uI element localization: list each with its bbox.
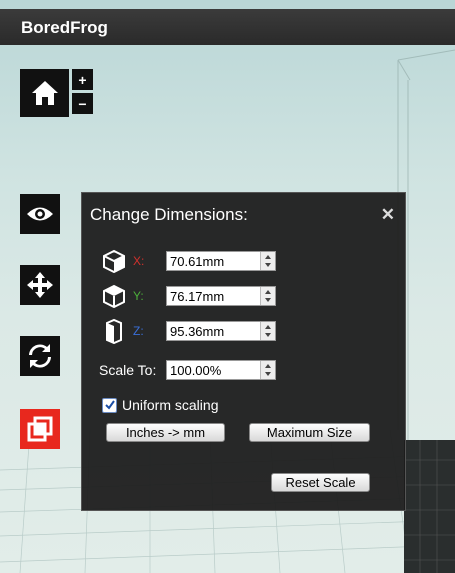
cube-x-icon [103,249,125,273]
axis-y-label: Y: [133,289,144,303]
scale-to-input[interactable]: 100.00% [166,360,276,380]
scale-to-label: Scale To: [99,362,157,378]
axis-x-label: X: [133,254,145,268]
inches-to-mm-button[interactable]: Inches -> mm [106,423,225,442]
zoom-in-button[interactable]: + [72,69,93,90]
zoom-out-button[interactable]: − [72,93,93,114]
rotate-icon [29,344,51,368]
spinner-icon[interactable] [260,287,275,305]
plus-icon: + [78,71,87,88]
rotate-tool-button[interactable] [20,336,60,376]
cube-y-icon [103,284,125,308]
maximum-size-button[interactable]: Maximum Size [249,423,370,442]
dimension-y-value: 76.17mm [170,288,225,304]
maximum-size-label: Maximum Size [266,425,353,440]
dimension-x-value: 70.61mm [170,253,225,269]
inches-to-mm-label: Inches -> mm [125,425,206,440]
checkbox-checked-icon[interactable] [102,397,117,413]
reset-scale-label: Reset Scale [285,475,356,490]
cube-z-icon [106,318,122,344]
app-title-bar: BoredFrog [0,9,455,45]
axis-z-label: Z: [133,324,144,338]
move-icon [27,272,53,298]
view-tool-button[interactable] [20,194,60,234]
dimension-x-input[interactable]: 70.61mm [166,251,276,271]
close-icon[interactable]: ✕ [381,205,395,225]
dimension-row-y: Y: [101,284,153,308]
scale-to-value: 100.00% [170,362,222,378]
change-dimensions-panel: Change Dimensions: ✕ X: 70.61mm Y: 76.17… [81,192,406,511]
home-button[interactable] [20,69,69,117]
scale-tool-button[interactable] [20,409,60,449]
app-title: BoredFrog [21,18,108,37]
uniform-scaling-checkbox[interactable]: Uniform scaling [102,397,218,413]
minus-icon: − [78,95,87,112]
reset-scale-button[interactable]: Reset Scale [271,473,370,492]
eye-icon [27,207,53,221]
scale-icon [27,416,53,442]
spinner-icon[interactable] [260,361,275,379]
dimension-row-z: Z: [101,318,153,344]
dimension-z-input[interactable]: 95.36mm [166,321,276,341]
uniform-scaling-label: Uniform scaling [122,397,219,413]
dimension-y-input[interactable]: 76.17mm [166,286,276,306]
home-icon [31,81,58,105]
panel-title: Change Dimensions: [90,205,248,224]
move-tool-button[interactable] [20,265,60,305]
dimension-z-value: 95.36mm [170,323,225,339]
spinner-icon[interactable] [260,252,275,270]
dimension-row-x: X: [101,249,153,273]
spinner-icon[interactable] [260,322,275,340]
